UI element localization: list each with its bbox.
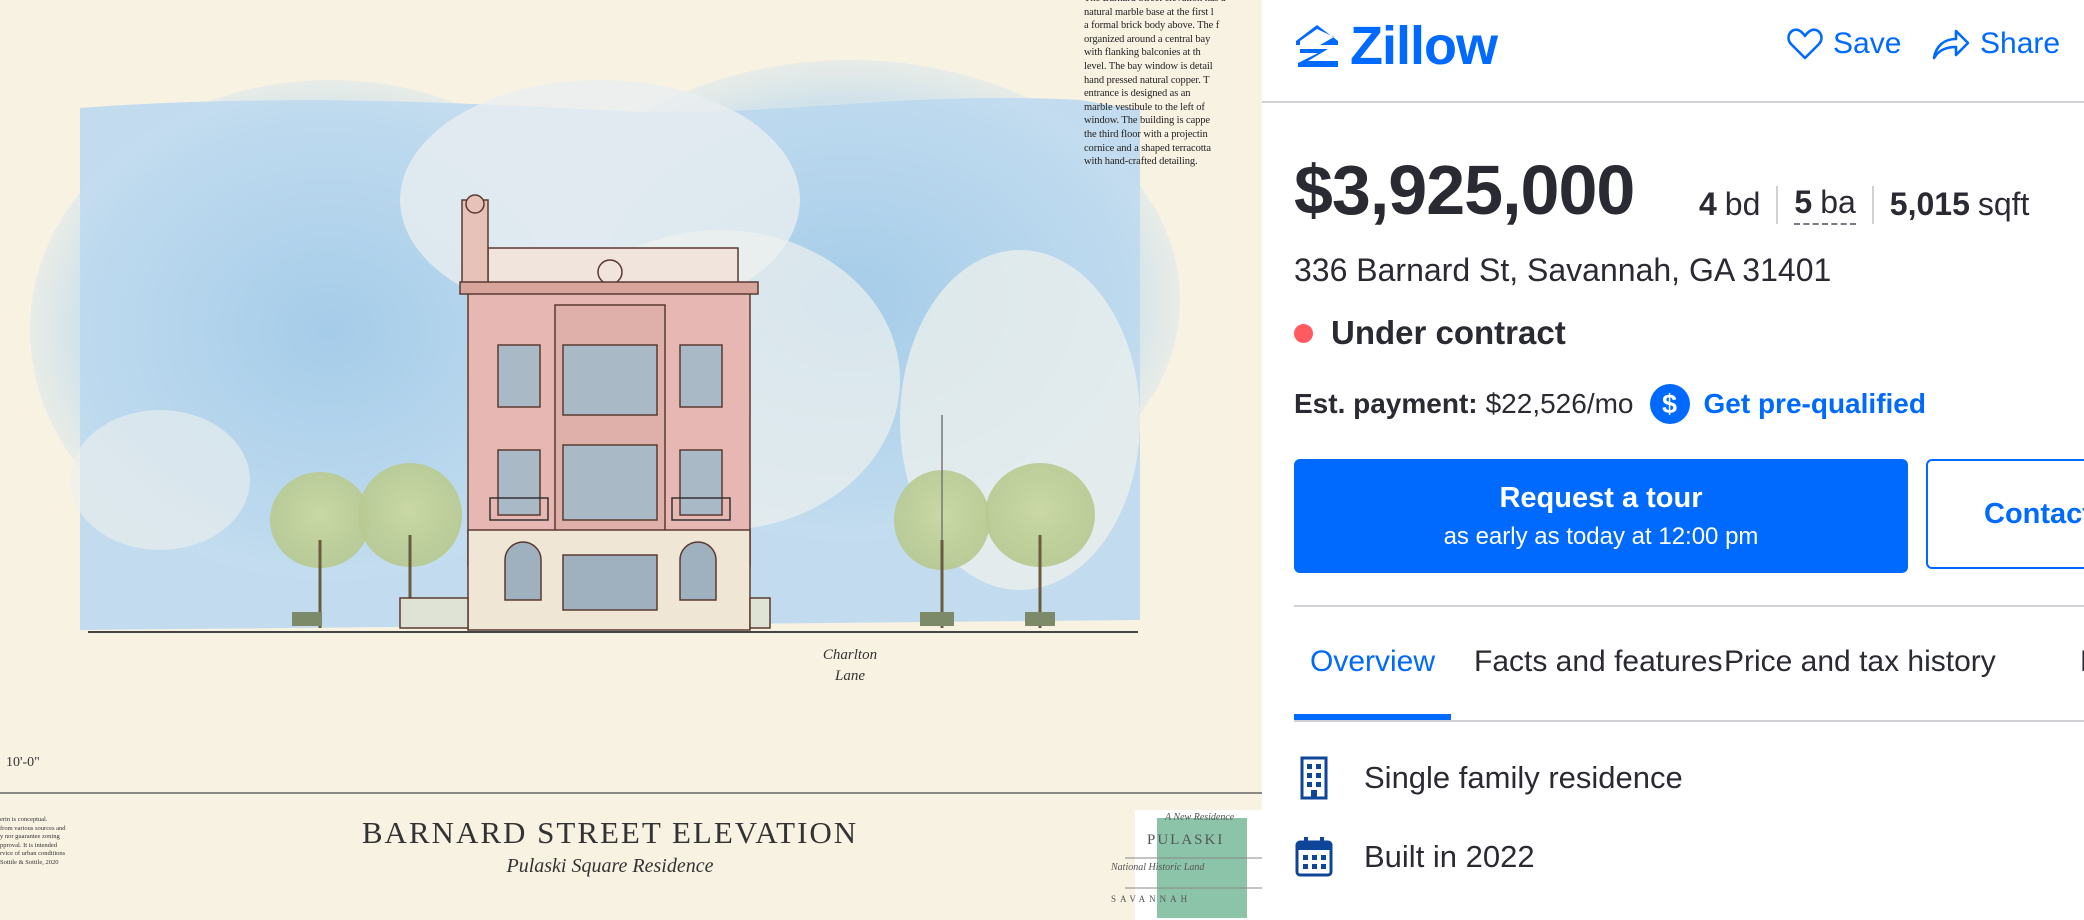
- feature-label: Built in 2022: [1364, 839, 1535, 874]
- drawing-subtitle: Pulaski Square Residence: [506, 855, 714, 877]
- feature-year-built: Built in 2022: [1294, 836, 1535, 878]
- save-button[interactable]: Save: [1787, 20, 1901, 68]
- stamp-line-4: SAVANNAH: [1111, 894, 1192, 904]
- description-text: The Barnard Street elevation has a natur…: [1084, 0, 1226, 168]
- feature-label: Single family residence: [1364, 760, 1683, 795]
- share-button[interactable]: Share: [1932, 20, 2060, 68]
- tab-facts-and-features[interactable]: Facts and features: [1474, 608, 1722, 718]
- sqft-count: 5,015: [1889, 186, 1970, 222]
- share-icon: [1932, 29, 1970, 60]
- zillow-logo-icon: [1296, 25, 1338, 67]
- listing-panel: Zillow Save Share $3,925,000 4 bd 5 ba 5,…: [1262, 0, 2084, 920]
- bed-bath-sqft: 4 bd 5 ba 5,015 sqft: [1699, 184, 2029, 225]
- stamp-line-2: PULASKI: [1147, 832, 1225, 848]
- beds-count: 4: [1699, 186, 1717, 222]
- building-icon: [1300, 756, 1328, 800]
- tab-price-and-tax-history[interactable]: Price and tax history: [1724, 608, 1996, 718]
- listing-photo[interactable]: The Barnard Street elevation has a natur…: [0, 0, 1262, 920]
- zillow-logo[interactable]: Zillow: [1294, 16, 1498, 76]
- tab-more[interactable]: M: [2080, 608, 2084, 718]
- street-label: Charlton Lane: [822, 647, 878, 684]
- scale-label: 10'-0": [6, 755, 40, 770]
- logo-text: Zillow: [1350, 16, 1498, 76]
- top-bar: Zillow Save Share: [1262, 0, 2084, 103]
- elevation-drawing: [0, 60, 1262, 794]
- stamp-line-3: National Historic Land: [1111, 862, 1205, 873]
- payment-label: Est. payment:: [1294, 388, 1478, 419]
- beds-unit: bd: [1724, 186, 1761, 222]
- request-tour-label: Request a tour: [1499, 481, 1703, 514]
- listing-address: 336 Barnard St, Savannah, GA 31401: [1294, 252, 1832, 288]
- divider: [1776, 185, 1779, 224]
- disclaimer-text: erin is conceptual. from various sources…: [0, 816, 66, 866]
- listing-tabs: Overview Facts and features Price and ta…: [1293, 608, 2084, 722]
- status-dot-icon: [1294, 323, 1313, 343]
- request-tour-subtext: as early as today at 12:00 pm: [1443, 522, 1759, 550]
- divider: [1871, 185, 1874, 224]
- get-prequalified-link[interactable]: Get pre-qualified: [1704, 388, 1926, 420]
- share-label: Share: [1980, 27, 2061, 60]
- listing-price: $3,925,000: [1294, 151, 1635, 229]
- feature-home-type: Single family residence: [1294, 756, 1683, 800]
- baths-tooltip[interactable]: 5 ba: [1794, 184, 1856, 225]
- heart-icon: [1787, 28, 1823, 60]
- dollar-icon: $: [1649, 384, 1690, 424]
- baths-count: 5: [1794, 184, 1813, 220]
- request-tour-button[interactable]: Request a tour as early as today at 12:0…: [1294, 459, 1908, 573]
- listing-status: Under contract: [1294, 314, 1566, 352]
- baths-unit: ba: [1820, 184, 1856, 220]
- estimated-payment: Est. payment: $22,526/mo $ Get pre-quali…: [1294, 384, 1926, 424]
- contact-label: Contact: [1984, 497, 2084, 530]
- save-label: Save: [1833, 27, 1902, 60]
- section-divider: [1294, 605, 2084, 607]
- contact-agent-button[interactable]: Contact: [1926, 459, 2084, 569]
- payment-value: $22,526/mo: [1485, 388, 1634, 419]
- tab-overview[interactable]: Overview: [1293, 608, 1452, 720]
- status-text: Under contract: [1331, 314, 1566, 351]
- calendar-icon: [1295, 837, 1333, 877]
- sqft-unit: sqft: [1977, 186, 2030, 222]
- architect-stamp: A New Residence PULASKI National Histori…: [1105, 810, 1262, 920]
- stamp-line-1: A New Residence: [1165, 812, 1235, 823]
- drawing-title: BARNARD STREET ELEVATION: [361, 815, 859, 850]
